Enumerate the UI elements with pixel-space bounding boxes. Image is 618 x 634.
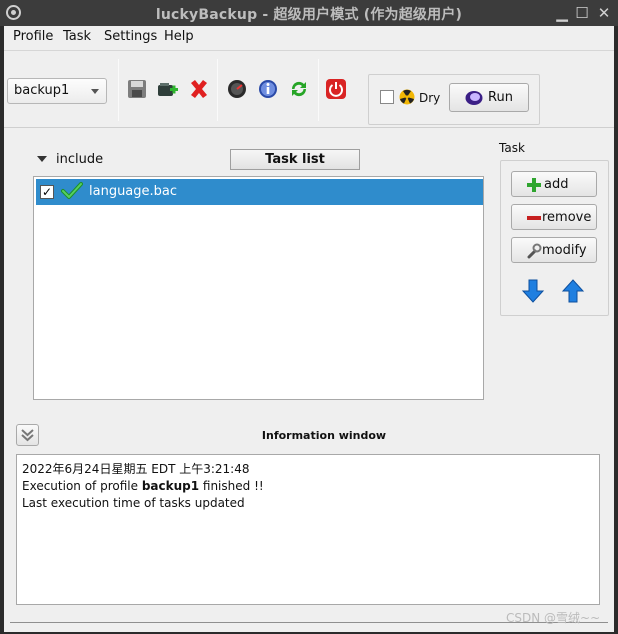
new-profile-button[interactable] (154, 75, 182, 103)
info-line: Execution of profile backup1 finished !! (22, 478, 594, 495)
info-icon (259, 80, 277, 98)
shutdown-button[interactable] (322, 75, 350, 103)
run-button[interactable]: Run (449, 83, 529, 112)
new-profile-icon (158, 83, 178, 96)
refresh-icon (291, 81, 307, 97)
modify-task-label: modify (542, 243, 587, 258)
watermark: CSDN @雪绒~~ (506, 611, 601, 625)
task-checkbox[interactable]: ✓ (40, 185, 54, 199)
info-text: finished !! (199, 479, 264, 493)
info-profile-name: backup1 (141, 479, 200, 493)
move-up-icon[interactable] (560, 278, 586, 304)
menu-settings[interactable]: Settings (104, 29, 157, 44)
window-title: luckyBackup - 超级用户模式 (作为超级用户) (155, 7, 463, 23)
info-window-title: Information window (261, 429, 387, 442)
add-task-button[interactable]: add (511, 171, 597, 197)
run-label: Run (488, 90, 513, 105)
delete-profile-button[interactable] (185, 75, 213, 103)
profile-select-value: backup1 (14, 83, 70, 98)
task-list-header: Task list (230, 149, 360, 170)
schedule-icon (228, 80, 246, 98)
menu-profile[interactable]: Profile (13, 29, 53, 44)
refresh-button[interactable] (285, 75, 313, 103)
shutdown-icon (326, 79, 346, 99)
menu-task[interactable]: Task (63, 29, 91, 44)
info-window[interactable]: 2022年6月24日星期五 EDT 上午3:21:48 Execution of… (16, 454, 600, 605)
close-icon[interactable]: ✕ (595, 4, 613, 22)
info-text: Execution of profile (22, 479, 142, 493)
move-down-icon[interactable] (520, 278, 546, 304)
plus-icon (527, 178, 541, 192)
task-panel: add remove modify (500, 160, 609, 316)
title-bar: luckyBackup - 超级用户模式 (作为超级用户) ▁ ☐ ✕ (0, 0, 618, 26)
toolbar-separator (118, 59, 119, 121)
menubar: Profile Task Settings Help (4, 26, 614, 48)
task-panel-label: Task (499, 141, 525, 155)
run-group: Dry Run (368, 74, 540, 125)
profile-select[interactable]: backup1 (7, 78, 107, 104)
info-line: 2022年6月24日星期五 EDT 上午3:21:48 (22, 462, 250, 476)
toolbar-separator (318, 59, 319, 121)
check-mark-icon (61, 182, 83, 199)
save-icon (128, 80, 146, 98)
run-icon (465, 91, 483, 105)
schedule-button[interactable] (223, 75, 251, 103)
add-task-label: add (544, 177, 569, 192)
menu-help[interactable]: Help (164, 29, 194, 44)
triangle-down-icon (37, 156, 47, 162)
remove-task-label: remove (542, 210, 592, 225)
maximize-icon[interactable]: ☐ (573, 4, 591, 22)
toolbar-separator (217, 59, 218, 121)
toolbar: backup1 Dry Run (4, 50, 614, 128)
wrench-icon (527, 243, 542, 259)
task-list[interactable]: ✓ language.bac (33, 176, 484, 400)
delete-icon (191, 80, 207, 98)
include-label: include (56, 152, 104, 167)
info-line: Last execution time of tasks updated (22, 496, 245, 510)
radiation-icon (399, 89, 415, 105)
info-button[interactable] (254, 75, 282, 103)
dry-run-label: Dry (419, 91, 441, 105)
main-window: Profile Task Settings Help backup1 Dry R… (4, 26, 614, 632)
minimize-icon[interactable]: ▁ (553, 4, 571, 22)
remove-task-button[interactable]: remove (511, 204, 597, 230)
save-button[interactable] (123, 75, 151, 103)
modify-task-button[interactable]: modify (511, 237, 597, 263)
dry-run-checkbox[interactable] (380, 90, 394, 104)
chevron-down-icon (91, 89, 99, 94)
task-name: language.bac (89, 184, 178, 199)
task-row[interactable]: ✓ language.bac (36, 179, 483, 205)
minus-icon (527, 216, 541, 220)
